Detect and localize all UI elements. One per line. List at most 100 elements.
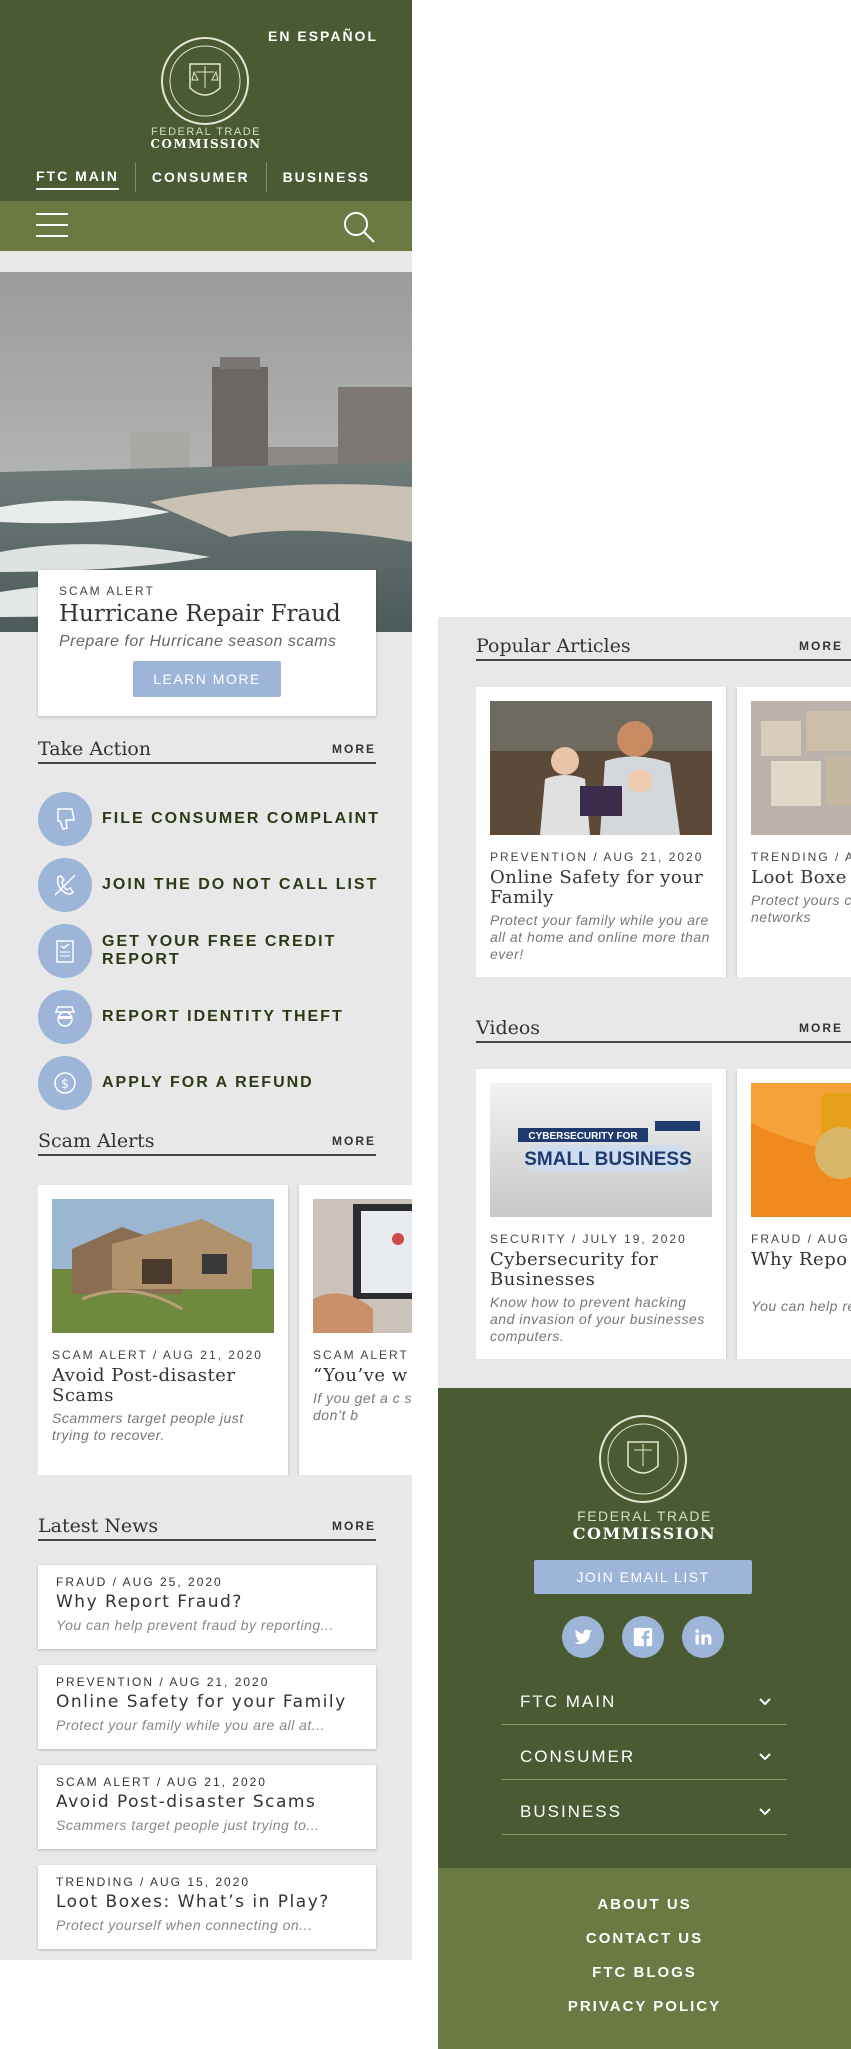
chevron-down-icon [759,1698,771,1706]
videos-title: Videos [476,1017,541,1039]
scam-alerts-more-link[interactable]: MORE [332,1134,376,1148]
card-title[interactable]: Avoid Post-disaster Scams [52,1366,274,1406]
latest-news-header: Latest News MORE [38,1515,376,1541]
video-card[interactable]: CYBERSECURITY FOR SMALL BUSINESS SECURIT… [476,1069,726,1359]
action-file-complaint[interactable]: FILE CONSUMER COMPLAINT [38,786,398,852]
footer-nav: FTC MAIN CONSUMER BUSINESS [502,1670,787,1835]
video-thumbnail-report-fraud [751,1083,851,1217]
facebook-icon[interactable] [622,1616,664,1658]
take-action-list: FILE CONSUMER COMPLAINT JOIN THE DO NOT … [38,786,398,1116]
take-action-title: Take Action [38,738,152,760]
scam-alerts-title: Scam Alerts [38,1130,155,1152]
hero-kicker: SCAM ALERT [59,584,155,598]
learn-more-button[interactable]: LEARN MORE [133,661,281,697]
news-meta: FRAUD / AUG 25, 2020 [56,1575,223,1589]
social-links [562,1616,742,1658]
news-item[interactable]: SCAM ALERT / AUG 21, 2020 Avoid Post-dis… [38,1765,376,1849]
card-title[interactable]: Online Safety for your Family [490,868,712,908]
news-item[interactable]: PREVENTION / AUG 21, 2020 Online Safety … [38,1665,376,1749]
popular-articles-header: Popular Articles MORE [476,635,851,661]
footer-org-name: FEDERAL TRADE COMMISSION [438,1508,851,1542]
take-action-more-link[interactable]: MORE [332,742,376,756]
action-apply-refund[interactable]: $ APPLY FOR A REFUND [38,1050,398,1116]
thumbs-down-icon [38,792,92,846]
videos-header: Videos MORE [476,1017,851,1043]
twitter-icon[interactable] [562,1616,604,1658]
news-title[interactable]: Online Safety for your Family [56,1692,358,1712]
video-thumbnail-cybersecurity: CYBERSECURITY FOR SMALL BUSINESS [490,1083,712,1217]
privacy-policy-link[interactable]: PRIVACY POLICY [438,1990,851,2024]
language-toggle-link[interactable]: EN ESPAÑOL [268,28,378,44]
videos-more-link[interactable]: MORE [799,1021,843,1035]
site-footer: FEDERAL TRADE COMMISSION JOIN EMAIL LIST… [438,1388,851,1868]
refund-coin-icon: $ [38,1056,92,1110]
footer-nav-label: CONSUMER [520,1747,636,1766]
menu-bar [0,201,412,251]
card-description: Protect your family while you are all at… [490,912,710,962]
news-title[interactable]: Loot Boxes: What’s in Play? [56,1892,358,1912]
card-meta: PREVENTION / AUG 21, 2020 [490,850,704,864]
popular-articles-more-link[interactable]: MORE [799,639,843,653]
report-document-icon [38,924,92,978]
card-thumbnail-damaged-house [52,1199,274,1333]
hero-feature-card: SCAM ALERT Hurricane Repair Fraud Prepar… [38,570,376,716]
ftc-blogs-link[interactable]: FTC BLOGS [438,1956,851,1990]
action-do-not-call[interactable]: JOIN THE DO NOT CALL LIST [38,852,398,918]
footer-nav-business[interactable]: BUSINESS [502,1780,787,1835]
footer-nav-label: BUSINESS [520,1802,622,1821]
latest-news-title: Latest News [38,1515,159,1537]
card-title[interactable]: Cybersecurity for Businesses [490,1250,712,1290]
join-email-list-button[interactable]: JOIN EMAIL LIST [534,1560,752,1594]
card-meta: TRENDING / A [751,850,851,864]
videos-carousel[interactable]: CYBERSECURITY FOR SMALL BUSINESS SECURIT… [476,1069,851,1359]
action-label: JOIN THE DO NOT CALL LIST [102,876,379,893]
card-description: If you get a c someone say won,” don’t b [313,1390,412,1423]
nav-divider [134,162,136,192]
nav-consumer[interactable]: CONSUMER [152,165,250,189]
card-title[interactable]: Why Repo [751,1250,851,1270]
footer-org-line1: FEDERAL TRADE [577,1508,712,1524]
nav-divider [265,162,267,192]
news-title[interactable]: Avoid Post-disaster Scams [56,1792,358,1812]
news-meta: PREVENTION / AUG 21, 2020 [56,1675,270,1689]
news-title[interactable]: Why Report Fraud? [56,1592,358,1612]
scam-alert-card[interactable]: SCAM ALERT “You’ve w pay us” S If you ge… [299,1185,412,1475]
video-thumb-line2: SMALL BUSINESS [524,1149,692,1170]
news-item[interactable]: FRAUD / AUG 25, 2020 Why Report Fraud? Y… [38,1565,376,1649]
ftc-seal-logo[interactable] [160,36,250,126]
mobile-home-page: EN ESPAÑOL FEDERAL TRADE COMMISSION FTC … [0,0,412,1960]
linkedin-icon[interactable] [682,1616,724,1658]
hamburger-menu-icon[interactable] [36,213,68,239]
hero-title[interactable]: Hurricane Repair Fraud [59,601,355,627]
footer-nav-ftc-main[interactable]: FTC MAIN [502,1670,787,1725]
news-item[interactable]: TRENDING / AUG 15, 2020 Loot Boxes: What… [38,1865,376,1949]
video-card[interactable]: FRAUD / AUG Why Repo You can help report… [737,1069,851,1359]
action-credit-report[interactable]: GET YOUR FREE CREDIT REPORT [38,918,398,984]
popular-articles-carousel[interactable]: PREVENTION / AUG 21, 2020 Online Safety … [476,687,851,977]
take-action-header: Take Action MORE [38,738,376,764]
hero-description: Prepare for Hurricane season scams [59,633,337,650]
nav-business[interactable]: BUSINESS [283,165,371,189]
svg-text:$: $ [61,1077,69,1092]
action-identity-theft[interactable]: REPORT IDENTITY THEFT [38,984,398,1050]
latest-news-more-link[interactable]: MORE [332,1519,376,1533]
scam-alert-card[interactable]: SCAM ALERT / AUG 21, 2020 Avoid Post-dis… [38,1185,288,1475]
ftc-seal-logo[interactable] [598,1414,688,1504]
card-title[interactable]: “You’ve w pay us” S [313,1366,412,1386]
action-label: APPLY FOR A REFUND [102,1074,314,1091]
org-name-line2: COMMISSION [150,137,262,151]
nav-ftc-main[interactable]: FTC MAIN [36,164,119,190]
article-card[interactable]: TRENDING / A Loot Boxe Play? Protect you… [737,687,851,977]
about-us-link[interactable]: ABOUT US [438,1888,851,1922]
news-meta: TRENDING / AUG 15, 2020 [56,1875,251,1889]
card-meta: SECURITY / JULY 19, 2020 [490,1232,687,1246]
search-icon[interactable] [342,210,376,244]
contact-us-link[interactable]: CONTACT US [438,1922,851,1956]
card-title[interactable]: Loot Boxe Play? [751,868,851,888]
footer-nav-consumer[interactable]: CONSUMER [502,1725,787,1780]
scam-alerts-carousel[interactable]: SCAM ALERT / AUG 21, 2020 Avoid Post-dis… [38,1185,412,1475]
card-thumbnail-loot-boxes [751,701,851,835]
card-description: Protect yours connecting o networks [751,892,851,925]
video-thumb-line1: CYBERSECURITY FOR [528,1131,638,1142]
article-card[interactable]: PREVENTION / AUG 21, 2020 Online Safety … [476,687,726,977]
